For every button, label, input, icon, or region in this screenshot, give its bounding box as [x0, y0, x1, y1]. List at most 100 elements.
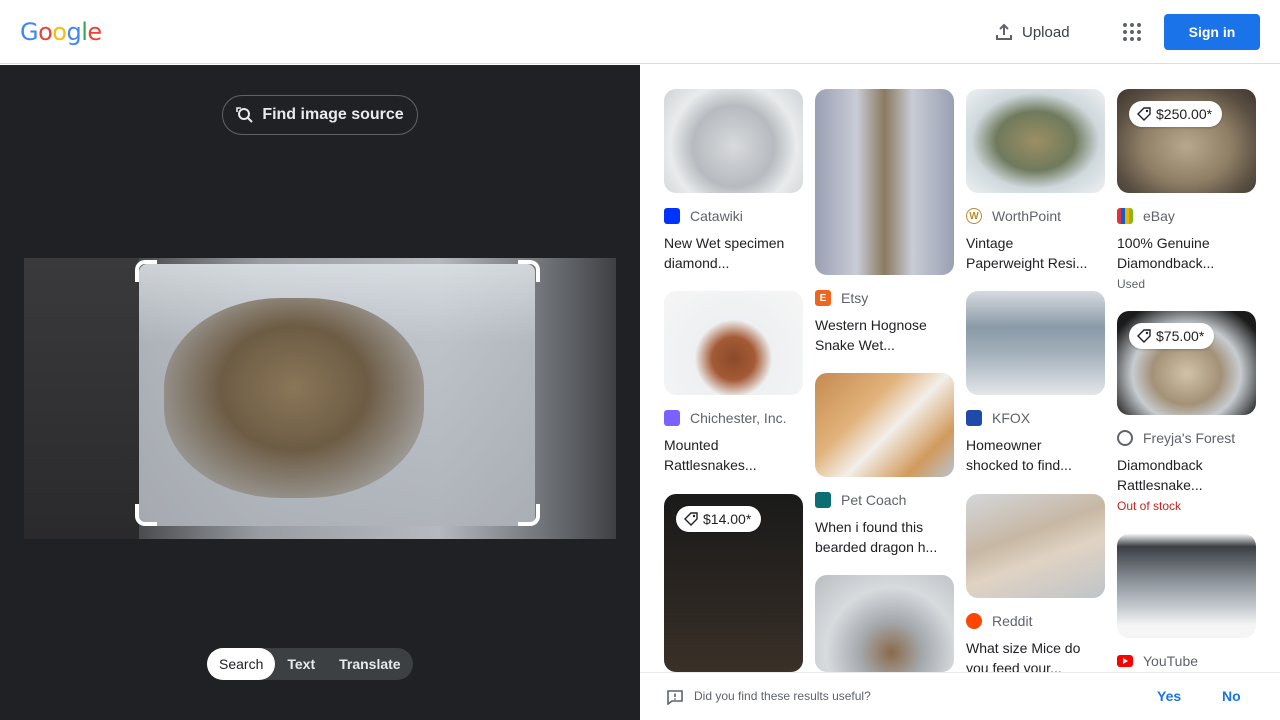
- image-search-icon: [236, 107, 254, 123]
- result-card[interactable]: E Etsy Western Hognose Snake Wet...: [815, 89, 954, 355]
- visual-matches-grid: Catawiki New Wet specimen diamond... Chi…: [640, 65, 1280, 672]
- source-name: KFOX: [992, 410, 1031, 426]
- result-title[interactable]: Homeowner shocked to find...: [966, 435, 1105, 475]
- result-thumbnail[interactable]: [815, 575, 954, 672]
- item-condition: Used: [1117, 277, 1146, 291]
- query-image: [24, 258, 616, 539]
- result-card[interactable]: YouTube: [1117, 534, 1256, 670]
- logo-letter: e: [87, 18, 102, 46]
- result-source: Chichester, Inc.: [664, 409, 803, 427]
- result-thumbnail[interactable]: [966, 494, 1105, 598]
- result-title[interactable]: Diamondback Rattlesnake...: [1117, 455, 1256, 495]
- result-card[interactable]: Catawiki New Wet specimen diamond...: [664, 89, 803, 273]
- catawiki-favicon-icon: [664, 208, 680, 224]
- result-source: Freyja's Forest: [1117, 429, 1256, 447]
- result-source: W WorthPoint: [966, 207, 1105, 225]
- feedback-question: Did you find these results useful?: [694, 689, 871, 703]
- sign-in-button[interactable]: Sign in: [1164, 14, 1260, 50]
- crop-handle-bottom-right[interactable]: [518, 504, 540, 526]
- result-thumbnail[interactable]: [966, 291, 1105, 395]
- result-source: Reddit: [966, 612, 1105, 630]
- result-card[interactable]: [815, 575, 954, 672]
- result-thumbnail[interactable]: $250.00*: [1117, 89, 1256, 193]
- kfox-favicon-icon: [966, 410, 982, 426]
- result-thumbnail[interactable]: $14.00*: [664, 494, 803, 672]
- source-name: Chichester, Inc.: [690, 410, 787, 426]
- snake-image-region: [164, 298, 424, 498]
- result-card[interactable]: Pet Coach When i found this bearded drag…: [815, 373, 954, 557]
- source-name: Etsy: [841, 290, 869, 306]
- upload-icon: [996, 23, 1012, 40]
- tab-text[interactable]: Text: [275, 648, 327, 680]
- youtube-favicon-icon: [1117, 655, 1133, 667]
- result-title[interactable]: When i found this bearded dragon h...: [815, 517, 954, 557]
- crop-handle-bottom-left[interactable]: [135, 504, 157, 526]
- result-thumbnail[interactable]: [1117, 534, 1256, 638]
- result-card[interactable]: $75.00* Freyja's Forest Diamondback Ratt…: [1117, 311, 1256, 513]
- price-badge: $250.00*: [1129, 101, 1223, 127]
- result-title[interactable]: Vintage Paperweight Resi...: [966, 233, 1105, 273]
- result-card[interactable]: Chichester, Inc. Mounted Rattlesnakes...: [664, 291, 803, 475]
- source-name: Pet Coach: [841, 492, 907, 508]
- result-thumbnail[interactable]: [966, 89, 1105, 193]
- tab-translate[interactable]: Translate: [327, 648, 412, 680]
- source-name: Freyja's Forest: [1143, 430, 1236, 446]
- logo-letter: o: [52, 18, 67, 46]
- result-card[interactable]: KFOX Homeowner shocked to find...: [966, 291, 1105, 475]
- find-image-source-button[interactable]: Find image source: [222, 95, 418, 135]
- result-source: KFOX: [966, 409, 1105, 427]
- price-tag-icon: [684, 512, 698, 526]
- result-card[interactable]: $250.00* eBay 100% Genuine Diamondback..…: [1117, 89, 1256, 291]
- ebay-favicon-icon: [1117, 208, 1133, 224]
- reddit-favicon-icon: [966, 613, 982, 629]
- query-image-panel: Find image source Search Text Translate: [0, 65, 640, 720]
- source-name: WorthPoint: [992, 208, 1061, 224]
- lens-mode-tabs: Search Text Translate: [207, 648, 413, 680]
- result-source: eBay: [1117, 207, 1256, 225]
- result-source: YouTube: [1117, 652, 1256, 670]
- result-source: Catawiki: [664, 207, 803, 225]
- feedback-icon: [667, 690, 683, 705]
- result-thumbnail[interactable]: $75.00*: [1117, 311, 1256, 415]
- stock-status: Out of stock: [1117, 499, 1182, 513]
- result-card[interactable]: W WorthPoint Vintage Paperweight Resi...: [966, 89, 1105, 273]
- etsy-favicon-icon: E: [815, 290, 831, 306]
- logo-letter: G: [20, 18, 39, 46]
- result-thumbnail[interactable]: [664, 291, 803, 395]
- result-title[interactable]: 100% Genuine Diamondback...: [1117, 233, 1256, 273]
- price-badge: $14.00*: [676, 506, 762, 532]
- logo-letter: o: [38, 18, 53, 46]
- result-title[interactable]: What size Mice do you feed your...: [966, 638, 1105, 672]
- crop-handle-top-right[interactable]: [518, 260, 540, 282]
- source-name: Catawiki: [690, 208, 743, 224]
- result-card[interactable]: $14.00*: [664, 494, 803, 672]
- feedback-yes-button[interactable]: Yes: [1157, 688, 1181, 704]
- top-bar: Google Upload Sign in: [0, 0, 1280, 64]
- google-logo[interactable]: Google: [20, 18, 102, 46]
- result-title[interactable]: New Wet specimen diamond...: [664, 233, 803, 273]
- source-name: Reddit: [992, 613, 1033, 629]
- globe-favicon-icon: [1117, 430, 1133, 446]
- tab-search[interactable]: Search: [207, 648, 276, 680]
- result-card[interactable]: Reddit What size Mice do you feed your..…: [966, 494, 1105, 672]
- pet-coach-favicon-icon: [815, 492, 831, 508]
- result-title[interactable]: Mounted Rattlesnakes...: [664, 435, 803, 475]
- worthpoint-favicon-icon: W: [966, 208, 982, 224]
- feedback-bar: Did you find these results useful? Yes N…: [640, 672, 1280, 720]
- result-thumbnail[interactable]: [815, 89, 954, 275]
- result-thumbnail[interactable]: [815, 373, 954, 477]
- crop-handle-top-left[interactable]: [135, 260, 157, 282]
- price-tag-icon: [1137, 107, 1151, 121]
- price-tag-icon: [1137, 329, 1151, 343]
- result-thumbnail[interactable]: [664, 89, 803, 193]
- source-name: eBay: [1143, 208, 1175, 224]
- source-name: YouTube: [1143, 653, 1199, 669]
- find-image-source-label: Find image source: [262, 106, 404, 123]
- apps-grid-icon[interactable]: [1116, 16, 1148, 48]
- feedback-no-button[interactable]: No: [1222, 688, 1241, 704]
- price-badge: $75.00*: [1129, 323, 1215, 349]
- chichester-favicon-icon: [664, 410, 680, 426]
- result-source: Pet Coach: [815, 491, 954, 509]
- result-title[interactable]: Western Hognose Snake Wet...: [815, 315, 954, 355]
- upload-button[interactable]: Upload: [988, 16, 1076, 48]
